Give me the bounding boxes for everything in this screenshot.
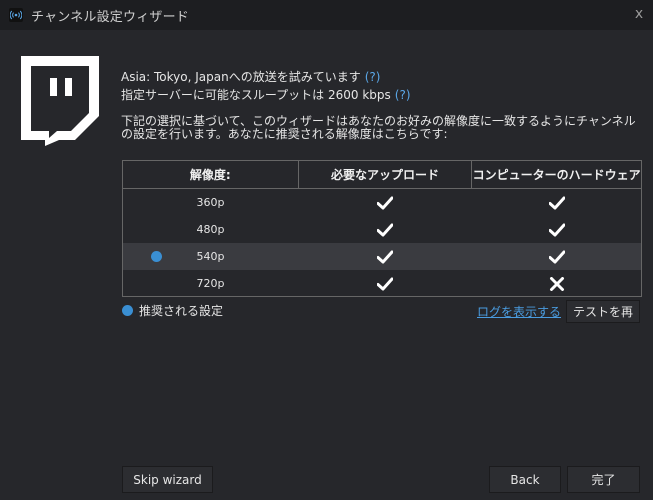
recommended-dot-icon	[122, 305, 133, 316]
server-line: Asia: Tokyo, Japanへの放送を試みています (?)	[121, 68, 641, 86]
description-text: 下記の選択に基づいて、このウィザードはあなたのお好みの解像度に一致するようにチャ…	[121, 114, 636, 141]
back-button[interactable]: Back	[489, 466, 561, 493]
twitch-logo	[21, 56, 99, 146]
table-row[interactable]: 540p	[123, 243, 641, 270]
resolution-cell: 540p	[123, 243, 298, 270]
check-icon	[472, 243, 641, 270]
finish-button[interactable]: 完了	[567, 466, 640, 493]
window-title: チャンネル設定ウィザード	[31, 9, 190, 25]
table-header: 解像度: 必要なアップロード コンピューターのハードウェア	[123, 161, 641, 189]
recommended-dot-icon	[151, 251, 162, 262]
server-info: Asia: Tokyo, Japanへの放送を試みています (?) 指定サーバーに…	[121, 68, 641, 104]
header-resolution: 解像度:	[189, 168, 231, 182]
check-icon	[298, 243, 472, 270]
check-icon	[298, 189, 472, 216]
throughput-text: 指定サーバーに可能なスループットは 2600 kbps	[121, 88, 391, 102]
wizard-window: チャンネル設定ウィザード x Asia: Tokyo, Japanへの放送を試み…	[0, 0, 653, 500]
throughput-line: 指定サーバーに可能なスループットは 2600 kbps (?)	[121, 86, 641, 104]
help-icon[interactable]: (?)	[365, 70, 381, 84]
check-icon	[472, 216, 641, 243]
resolution-cell: 720p	[123, 270, 298, 296]
table-row[interactable]: 720p	[123, 270, 641, 296]
recommended-legend: 推奨される設定	[122, 302, 223, 319]
legend-label: 推奨される設定	[139, 304, 224, 318]
resolution-label: 720p	[196, 277, 225, 290]
close-icon[interactable]: x	[631, 6, 647, 22]
show-log-link[interactable]: ログを表示する	[477, 303, 561, 320]
cross-icon	[472, 270, 641, 296]
resolution-label: 540p	[196, 250, 225, 263]
broadcast-icon	[9, 8, 23, 22]
retest-button[interactable]: テストを再	[566, 300, 640, 323]
title-bar: チャンネル設定ウィザード x	[0, 0, 653, 30]
resolution-label: 360p	[196, 196, 225, 209]
header-hardware: コンピューターのハードウェア	[471, 161, 641, 188]
resolution-cell: 360p	[123, 189, 298, 216]
header-upload: 必要なアップロード	[297, 161, 472, 188]
help-icon[interactable]: (?)	[395, 88, 411, 102]
table-row[interactable]: 360p	[123, 189, 641, 216]
resolution-table: 解像度: 必要なアップロード コンピューターのハードウェア 360p 480p 54…	[122, 160, 642, 297]
check-icon	[298, 270, 472, 296]
server-text: Asia: Tokyo, Japanへの放送を試みています	[121, 70, 361, 84]
table-row[interactable]: 480p	[123, 216, 641, 243]
skip-wizard-button[interactable]: Skip wizard	[122, 466, 213, 493]
resolution-label: 480p	[196, 223, 225, 236]
check-icon	[298, 216, 472, 243]
resolution-cell: 480p	[123, 216, 298, 243]
check-icon	[472, 189, 641, 216]
